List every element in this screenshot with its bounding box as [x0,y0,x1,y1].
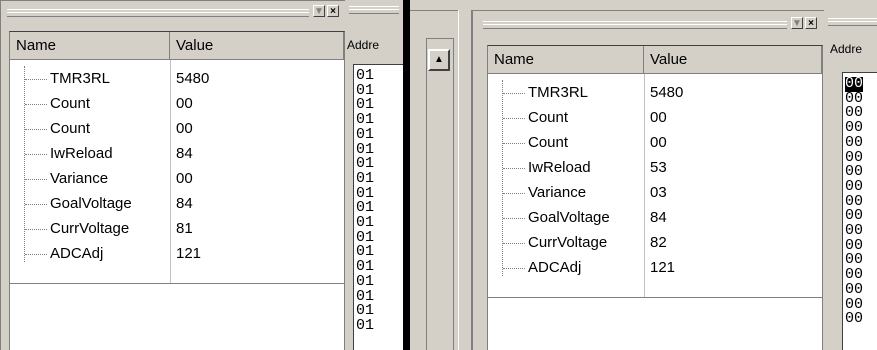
dropdown-icon[interactable]: ▼ [791,17,803,29]
watch-variable-name[interactable]: TMR3RL [528,80,588,106]
tree-connector [25,229,47,230]
splitter-bar[interactable] [458,10,472,350]
watch-variable-value[interactable]: 84 [176,141,193,167]
address-panel-left: Addre 01 01 01 01 01 01 01 01 01 01 01 01 01 01 01 01 01… [345,0,403,350]
close-icon[interactable]: × [805,17,817,29]
panel-titlebar[interactable]: ▼ × [3,3,343,21]
column-divider [170,60,171,284]
address-list-left[interactable]: 01 01 01 01 01 01 01 01 01 01 01 01 01 01 01 01 01 01 [353,64,403,350]
watch-variable-value[interactable]: 00 [176,91,193,117]
address-cell[interactable]: 00 [845,311,877,327]
watch-variable-value[interactable]: 00 [650,105,667,131]
watch-variable-name[interactable]: IwReload [528,155,591,181]
watch-variable-value[interactable]: 84 [176,191,193,217]
tree-connector [503,218,525,219]
watch-grid-right: Name Value TMR3RL 5480 Count 00 Count 00 IwRel… [487,45,823,350]
vertical-scrollbar[interactable]: ▲ [426,38,454,350]
dropdown-icon[interactable]: ▼ [313,5,325,17]
tree-connector [503,118,525,119]
drag-grip[interactable] [483,21,787,29]
watch-variable-name[interactable]: TMR3RL [50,66,110,92]
left-screenshot: ▼ × Name Value TMR3RL 5480 Count 00 Count 00 I… [0,0,403,350]
address-list-right[interactable]: 00 00 00 00 00 00 00 00 00 00 00 00 00 00 00 00 00 [842,72,877,350]
watch-variable-value[interactable]: 00 [650,130,667,156]
tree-line [502,80,503,276]
watch-variable-name[interactable]: IwReload [50,141,113,167]
tree-connector [503,193,525,194]
column-divider [644,74,645,298]
watch-panel-right: ▼ × Name Value TMR3RL 5480 Count 00 Count 00 I… [472,10,826,350]
address-header: Addre [830,42,863,56]
tree-connector [25,179,47,180]
watch-variable-name[interactable]: Variance [528,180,586,206]
watch-variable-name[interactable]: Count [50,116,90,142]
watch-variable-value[interactable]: 5480 [650,80,683,106]
watch-variable-name[interactable]: CurrVoltage [50,216,129,242]
watch-variable-value[interactable]: 84 [650,205,667,231]
tree-connector [503,168,525,169]
watch-variable-name[interactable]: Count [528,130,568,156]
tree-connector [25,129,47,130]
column-header-value[interactable]: Value [644,46,822,74]
tree-connector [25,254,47,255]
close-icon[interactable]: × [327,5,339,17]
tree-connector [25,79,47,80]
tree-connector [503,268,525,269]
tree-connector [503,93,525,94]
watch-variable-name[interactable]: ADCAdj [50,241,103,267]
drag-grip[interactable] [349,6,399,14]
watch-variable-value[interactable]: 121 [176,241,201,267]
grid-separator [10,283,344,284]
watch-grid-left: Name Value TMR3RL 5480 Count 00 Count 00 IwRel… [9,31,345,350]
watch-variable-value[interactable]: 5480 [176,66,209,92]
watch-variable-value[interactable]: 82 [650,230,667,256]
tree-connector [25,154,47,155]
tree-line [24,66,25,262]
address-panel-right: Addre 00 00 00 00 00 00 00 00 00 00 00 00 00 00 00 00 0… [824,10,877,350]
tree-connector [503,243,525,244]
watch-variable-value[interactable]: 81 [176,216,193,242]
watch-variable-name[interactable]: GoalVoltage [528,205,610,231]
column-header-name[interactable]: Name [488,46,644,74]
watch-variable-value[interactable]: 03 [650,180,667,206]
grid-separator [488,297,822,298]
column-header-value[interactable]: Value [170,32,344,60]
tree-connector [25,104,47,105]
address-header: Addre [347,38,380,52]
panel-titlebar[interactable]: ▼ × [475,15,821,33]
column-header-name[interactable]: Name [10,32,170,60]
watch-variable-name[interactable]: Count [50,91,90,117]
image-divider [403,0,410,350]
watch-variable-value[interactable]: 53 [650,155,667,181]
right-screenshot: ▲ ▼ × Name Value TMR3RL 5480 Count 00 Count 0… [410,0,877,350]
address-cell[interactable]: 01 [356,318,403,334]
watch-panel-left: ▼ × Name Value TMR3RL 5480 Count 00 Count 00 I… [0,0,347,350]
tree-connector [25,204,47,205]
watch-variable-name[interactable]: GoalVoltage [50,191,132,217]
watch-variable-name[interactable]: CurrVoltage [528,230,607,256]
tree-connector [503,143,525,144]
drag-grip[interactable] [828,18,877,26]
drag-grip[interactable] [7,9,309,17]
watch-variable-value[interactable]: 121 [650,255,675,281]
watch-variable-name[interactable]: Count [528,105,568,131]
watch-variable-name[interactable]: Variance [50,166,108,192]
watch-variable-value[interactable]: 00 [176,116,193,142]
watch-variable-value[interactable]: 00 [176,166,193,192]
watch-variable-name[interactable]: ADCAdj [528,255,581,281]
scroll-up-icon[interactable]: ▲ [428,49,450,71]
